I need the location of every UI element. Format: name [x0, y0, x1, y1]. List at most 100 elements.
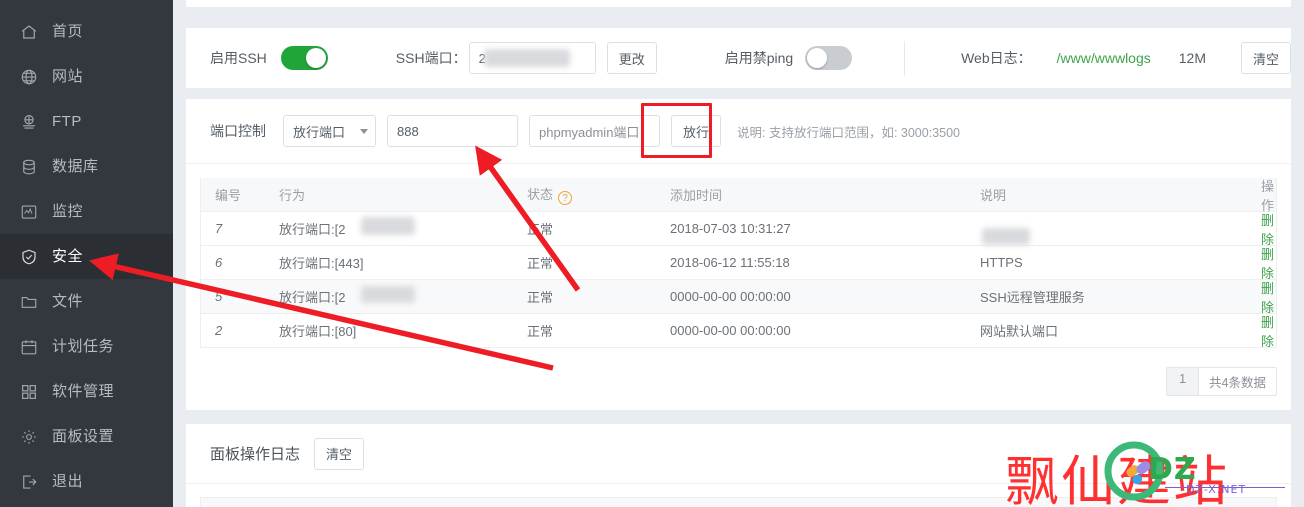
toggle-knob — [305, 48, 326, 68]
sidebar-top-spacer — [0, 0, 173, 9]
header-id: 编号 — [215, 188, 242, 203]
port-control-panel: 端口控制 放行端口 888 phpmyadmin端口 放行 说明: 支持放行端口… — [186, 99, 1291, 410]
sidebar-item-panel-settings[interactable]: 面板设置 — [0, 414, 173, 459]
sidebar-item-label: 计划任务 — [52, 338, 115, 355]
sidebar-item-software[interactable]: 软件管理 — [0, 369, 173, 414]
grid-icon — [18, 381, 40, 403]
toggle-knob — [807, 48, 828, 68]
calendar-icon — [18, 336, 40, 358]
header-op: 操作 — [1260, 178, 1274, 213]
row-status: 正常 — [527, 222, 554, 237]
header-desc: 说明 — [980, 188, 1007, 203]
row-id: 2 — [215, 323, 223, 338]
row-action: 放行端口:[443] — [279, 256, 364, 271]
shield-icon — [18, 246, 40, 268]
table-row[interactable]: 7 放行端口:[2 正常 2018-07-03 10:31:27 删除 — [201, 210, 1276, 248]
row-id: 5 — [215, 289, 223, 304]
port-desc-input[interactable]: phpmyadmin端口 — [529, 115, 660, 147]
sidebar-item-label: 面板设置 — [52, 428, 115, 445]
row-delete-link[interactable]: 删除 — [1255, 312, 1276, 350]
home-icon — [18, 21, 40, 43]
sidebar-item-label: 退出 — [52, 473, 84, 490]
firewall-rules-table: 编号 行为 状态? 添加时间 说明 操作 7 放行端口:[2 正常 2018-0… — [200, 178, 1277, 350]
sidebar-item-website[interactable]: 网站 — [0, 54, 173, 99]
ssh-port-change-button[interactable]: 更改 — [606, 42, 657, 74]
help-icon[interactable]: ? — [558, 191, 573, 206]
port-control-hint: 说明: 支持放行端口范围，如: 3000:3500 — [737, 125, 960, 140]
sidebar-item-security[interactable]: 安全 — [0, 234, 173, 279]
sidebar-item-label: FTP — [52, 113, 82, 130]
port-number-input[interactable]: 888 — [387, 115, 518, 147]
ssh-settings-row: 启用SSH SSH端口： 2 更改 启用禁ping Web日志： /www/ww… — [186, 28, 1291, 88]
sidebar-item-cron[interactable]: 计划任务 — [0, 324, 173, 369]
app-root: 首页 网站 FTP 数据库 监控 安全 文件 计划任务 软件管理 面板设置 退出… — [0, 0, 1304, 507]
row-action-redaction — [361, 217, 415, 235]
operation-log-panel: 面板操作日志 清空 编号 操作类型 描述 — [186, 424, 1291, 507]
ssh-port-redaction — [483, 49, 570, 67]
row-action-text: 放行端口:[2 — [279, 290, 346, 305]
gear-icon — [18, 426, 40, 448]
weblog-clear-button[interactable]: 清空 — [1240, 42, 1291, 74]
operation-log-clear-button[interactable]: 清空 — [314, 437, 365, 470]
header-status: 状态? — [527, 184, 670, 206]
sidebar-item-label: 安全 — [52, 248, 84, 265]
ssh-enable-label: 启用SSH — [210, 50, 267, 66]
row-action: 放行端口:[2 — [279, 217, 527, 238]
chevron-down-icon — [360, 128, 368, 134]
header-status-text: 状态 — [527, 186, 554, 202]
row-desc-redaction — [982, 227, 1030, 245]
sidebar-item-logout[interactable]: 退出 — [0, 459, 173, 504]
row-status: 正常 — [527, 256, 554, 271]
sidebar-item-label: 软件管理 — [52, 383, 115, 400]
row-status: 正常 — [527, 290, 554, 305]
sidebar: 首页 网站 FTP 数据库 监控 安全 文件 计划任务 软件管理 面板设置 退出 — [0, 0, 173, 507]
ftp-icon — [18, 111, 40, 133]
table-row[interactable]: 2 放行端口:[80] 正常 0000-00-00 00:00:00 网站默认端… — [201, 312, 1276, 350]
weblog-path-link[interactable]: /www/wwwlogs — [1057, 50, 1151, 66]
sidebar-item-label: 文件 — [52, 293, 84, 310]
header-time: 添加时间 — [670, 188, 723, 203]
table-row[interactable]: 5 放行端口:[2 正常 0000-00-00 00:00:00 SSH远程管理… — [201, 278, 1276, 316]
ssh-enable-toggle[interactable] — [280, 46, 328, 70]
port-desc-value: phpmyadmin端口 — [539, 124, 640, 140]
row-time: 2018-07-03 10:31:27 — [670, 221, 791, 236]
ping-disable-label: 启用禁ping — [724, 50, 794, 66]
port-number-value: 888 — [397, 123, 419, 139]
row-time: 2018-06-12 11:55:18 — [670, 255, 790, 270]
logout-icon — [18, 471, 40, 493]
sidebar-item-label: 首页 — [52, 23, 84, 40]
sidebar-item-files[interactable]: 文件 — [0, 279, 173, 324]
port-control-row: 端口控制 放行端口 888 phpmyadmin端口 放行 说明: 支持放行端口… — [186, 99, 1291, 164]
sidebar-item-monitor[interactable]: 监控 — [0, 189, 173, 234]
operation-log-header: 面板操作日志 清空 — [186, 424, 1291, 484]
sidebar-item-home[interactable]: 首页 — [0, 9, 173, 54]
sidebar-item-ftp[interactable]: FTP — [0, 99, 173, 144]
row-desc: SSH远程管理服务 — [980, 290, 1085, 305]
globe-icon — [18, 66, 40, 88]
sidebar-item-database[interactable]: 数据库 — [0, 144, 173, 189]
pagination-total: 共4条数据 — [1209, 376, 1266, 390]
port-allow-button[interactable]: 放行 — [671, 115, 722, 147]
pagination-page-1[interactable]: 1 — [1167, 368, 1200, 395]
ssh-port-input[interactable]: 2 — [468, 42, 596, 74]
row-desc: 网站默认端口 — [980, 324, 1059, 339]
row-delete-link[interactable]: 删除 — [1255, 210, 1276, 248]
row-delete-link[interactable]: 删除 — [1255, 244, 1276, 282]
header-action: 行为 — [279, 188, 306, 203]
row-action-redaction — [361, 286, 415, 303]
port-action-select[interactable]: 放行端口 — [283, 115, 376, 147]
operation-log-title: 面板操作日志 — [210, 446, 301, 463]
operation-log-table-header: 编号 操作类型 描述 — [200, 497, 1277, 507]
database-icon — [18, 156, 40, 178]
row-action: 放行端口:[2 — [279, 286, 527, 306]
row-delete-link[interactable]: 删除 — [1255, 278, 1276, 316]
sidebar-item-label: 数据库 — [52, 158, 99, 175]
row-time: 0000-00-00 00:00:00 — [670, 289, 791, 304]
ping-disable-toggle[interactable] — [805, 46, 853, 70]
row-time: 0000-00-00 00:00:00 — [670, 323, 791, 338]
monitor-icon — [18, 201, 40, 223]
port-control-title: 端口控制 — [210, 123, 266, 139]
table-row[interactable]: 6 放行端口:[443] 正常 2018-06-12 11:55:18 HTTP… — [201, 244, 1276, 282]
weblog-label: Web日志： — [961, 50, 1032, 66]
row-status: 正常 — [527, 324, 554, 339]
